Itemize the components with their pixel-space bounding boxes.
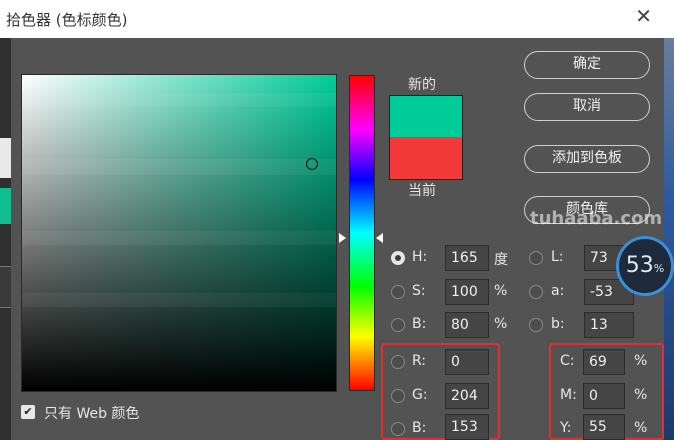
hue-slider-left-handle[interactable] <box>339 233 346 243</box>
brightness-radio[interactable] <box>391 318 405 332</box>
current-color-label: 当前 <box>408 183 436 199</box>
field-band <box>22 293 336 307</box>
hue-label: H: <box>412 249 428 265</box>
background-color-chip <box>0 188 11 224</box>
web-colors-label: 只有 Web 颜色 <box>44 406 140 422</box>
lab-l-radio[interactable] <box>529 251 543 265</box>
red-radio[interactable] <box>391 355 405 369</box>
saturation-label: S: <box>412 283 426 299</box>
hue-unit: 度 <box>494 252 508 268</box>
lab-b-label: b: <box>551 316 565 332</box>
percent-badge: 53% <box>616 236 674 296</box>
badge-unit: % <box>653 262 665 275</box>
add-to-swatches-button[interactable]: 添加到色板 <box>524 145 650 173</box>
lab-l-label: L: <box>551 249 564 265</box>
background-panel-chip <box>0 266 11 308</box>
field-band <box>22 159 336 175</box>
yellow-unit: % <box>634 420 648 436</box>
hue-slider[interactable] <box>349 75 375 391</box>
hue-input[interactable]: 165 <box>445 245 489 271</box>
brightness-label: B: <box>412 316 427 332</box>
saturation-radio[interactable] <box>391 285 405 299</box>
close-icon[interactable]: ✕ <box>635 6 652 26</box>
blue-label: B: <box>412 420 427 436</box>
hue-slider-right-handle[interactable] <box>376 233 383 243</box>
lab-b-radio[interactable] <box>529 318 543 332</box>
hue-radio[interactable] <box>391 251 405 265</box>
yellow-label: Y: <box>560 420 572 436</box>
yellow-input[interactable]: 55 <box>583 414 625 440</box>
new-color-label: 新的 <box>408 77 436 93</box>
background-panel-chip <box>0 138 11 178</box>
lab-a-label: a: <box>551 283 565 299</box>
green-input[interactable]: 204 <box>445 383 489 409</box>
cyan-unit: % <box>634 353 648 369</box>
background-app-strip <box>0 38 11 440</box>
saturation-unit: % <box>494 283 508 299</box>
blue-radio[interactable] <box>391 422 405 436</box>
ok-button[interactable]: 确定 <box>524 51 650 79</box>
cancel-button[interactable]: 取消 <box>524 93 650 121</box>
badge-number: 53 <box>625 253 654 278</box>
dialog-title: 拾色器 (色标颜色) <box>6 11 128 29</box>
red-input[interactable]: 0 <box>445 349 489 375</box>
saturation-input[interactable]: 100 <box>445 279 489 305</box>
new-color-swatch <box>389 95 463 138</box>
red-label: R: <box>412 353 427 369</box>
field-band <box>22 231 336 245</box>
green-label: G: <box>412 387 428 403</box>
cyan-input[interactable]: 69 <box>583 349 625 375</box>
lab-b-input[interactable]: 13 <box>584 312 634 338</box>
current-color-swatch[interactable] <box>389 137 463 180</box>
brightness-unit: % <box>494 316 508 332</box>
magenta-unit: % <box>634 387 648 403</box>
field-band <box>22 93 336 107</box>
web-colors-checkbox[interactable]: ✔ <box>21 405 35 419</box>
cyan-label: C: <box>560 353 575 369</box>
green-radio[interactable] <box>391 389 405 403</box>
magenta-input[interactable]: 0 <box>583 383 625 409</box>
title-bar: 拾色器 (色标颜色) ✕ <box>0 0 674 38</box>
watermark-text: tuhaaba.com <box>530 208 663 229</box>
brightness-input[interactable]: 80 <box>445 312 489 338</box>
color-picker-cursor[interactable] <box>306 158 318 170</box>
blue-input[interactable]: 153 <box>445 414 489 440</box>
magenta-label: M: <box>560 387 577 403</box>
color-field[interactable] <box>21 74 337 392</box>
lab-a-radio[interactable] <box>529 285 543 299</box>
background-app-strip <box>664 38 674 440</box>
